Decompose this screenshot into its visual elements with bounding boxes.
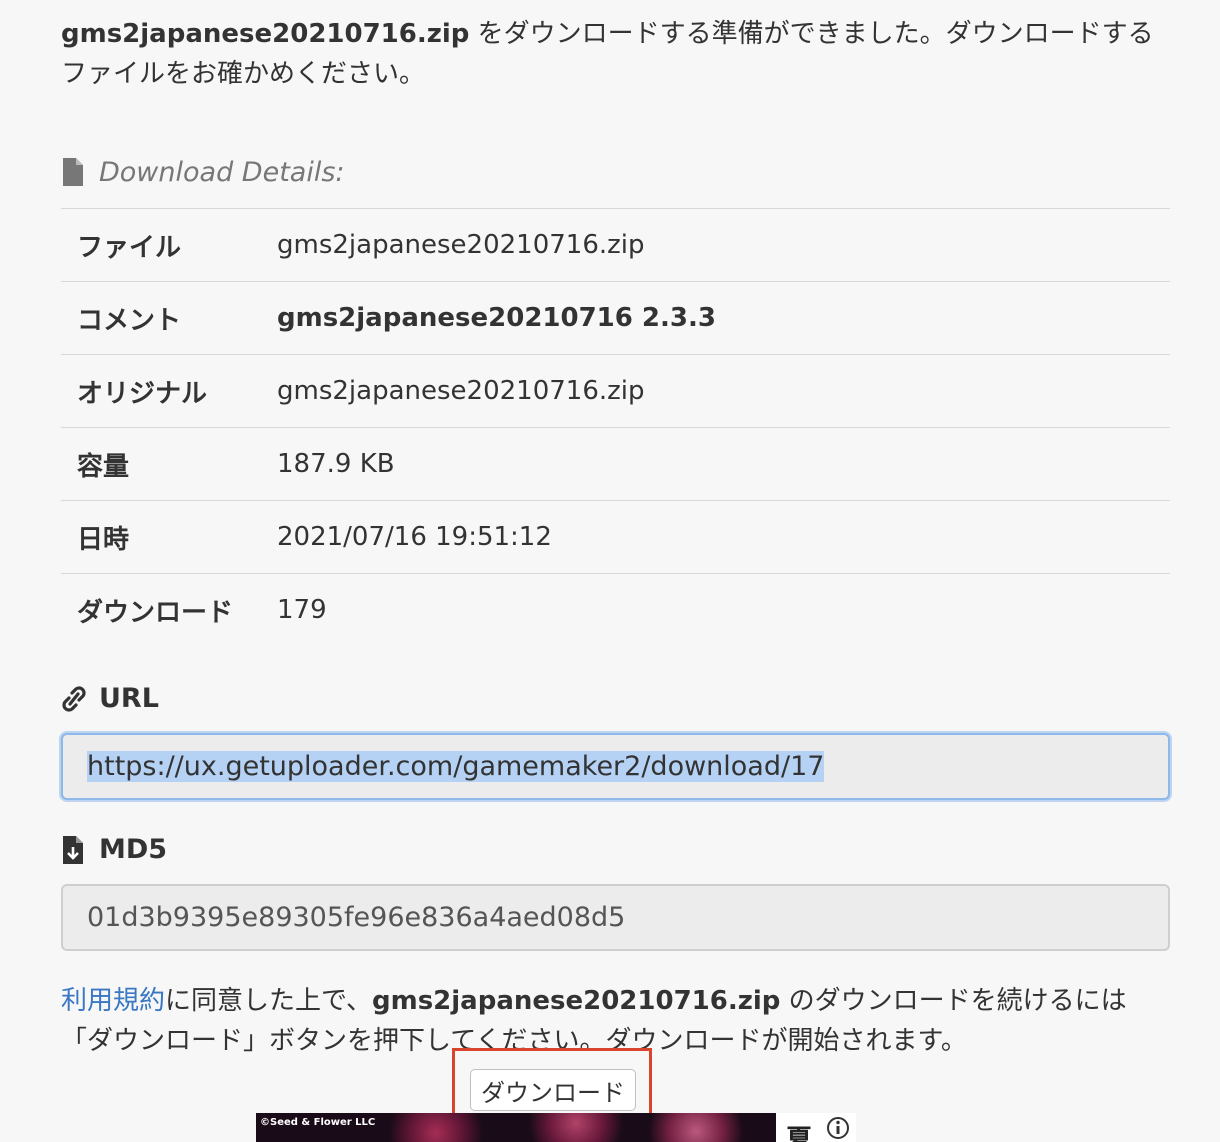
details-heading: Download Details: — [61, 152, 1170, 192]
firework-decoration — [636, 1113, 756, 1142]
info-icon[interactable] — [826, 1116, 850, 1140]
file-download-icon — [61, 835, 87, 865]
table-row: 日時 2021/07/16 19:51:12 — [61, 501, 1170, 574]
intro-filename: gms2japanese20210716.zip — [61, 19, 470, 49]
row-value-comment: gms2japanese20210716 2.3.3 — [277, 303, 716, 333]
row-label-file: ファイル — [77, 232, 182, 263]
consent-text-before: に同意した上で、 — [165, 985, 372, 1016]
table-row: ダウンロード 179 — [61, 574, 1170, 647]
row-value-file: gms2japanese20210716.zip — [277, 230, 645, 260]
download-button[interactable]: ダウンロード — [470, 1069, 636, 1111]
row-label-downloads: ダウンロード — [77, 597, 234, 628]
table-row: 容量 187.9 KB — [61, 428, 1170, 501]
advertisement-banner[interactable]: ©Seed & Flower LLC 夏 — [256, 1113, 856, 1142]
md5-field[interactable]: 01d3b9395e89305fe96e836a4aed08d5 — [61, 883, 1170, 951]
download-page: gms2japanese20210716.zip をダウンロードする準備ができま… — [61, 0, 1170, 1061]
link-icon — [61, 684, 87, 714]
row-value-original: gms2japanese20210716.zip — [277, 376, 645, 406]
table-row: コメント gms2japanese20210716 2.3.3 — [61, 282, 1170, 355]
row-label-original: オリジナル — [77, 378, 208, 409]
firework-decoration — [516, 1113, 636, 1142]
ad-title-char: 夏 — [786, 1125, 813, 1142]
firework-decoration — [376, 1113, 496, 1142]
file-icon — [61, 157, 87, 187]
md5-field-value: 01d3b9395e89305fe96e836a4aed08d5 — [87, 901, 626, 933]
details-table: ファイル gms2japanese20210716.zip コメント gms2j… — [61, 208, 1170, 647]
table-row: ファイル gms2japanese20210716.zip — [61, 209, 1170, 282]
consent-filename: gms2japanese20210716.zip — [371, 985, 781, 1016]
row-value-date: 2021/07/16 19:51:12 — [277, 522, 552, 552]
row-label-comment: コメント — [77, 305, 182, 336]
details-heading-text: Download Details: — [99, 156, 345, 188]
terms-link[interactable]: 利用規約 — [61, 986, 165, 1016]
row-label-date: 日時 — [77, 524, 130, 555]
url-field[interactable]: https://ux.getuploader.com/gamemaker2/do… — [61, 732, 1170, 800]
url-field-value: https://ux.getuploader.com/gamemaker2/do… — [87, 750, 825, 782]
row-value-downloads: 179 — [277, 595, 327, 626]
md5-heading: MD5 — [61, 830, 1170, 870]
intro-message: gms2japanese20210716.zip をダウンロードする準備ができま… — [61, 14, 1170, 94]
url-heading-text: URL — [99, 683, 159, 714]
table-row: オリジナル gms2japanese20210716.zip — [61, 355, 1170, 428]
ad-credit: ©Seed & Flower LLC — [260, 1117, 376, 1128]
row-value-size: 187.9 KB — [277, 449, 395, 479]
row-label-size: 容量 — [77, 451, 130, 482]
md5-heading-text: MD5 — [99, 834, 168, 865]
url-heading: URL — [61, 679, 1170, 719]
